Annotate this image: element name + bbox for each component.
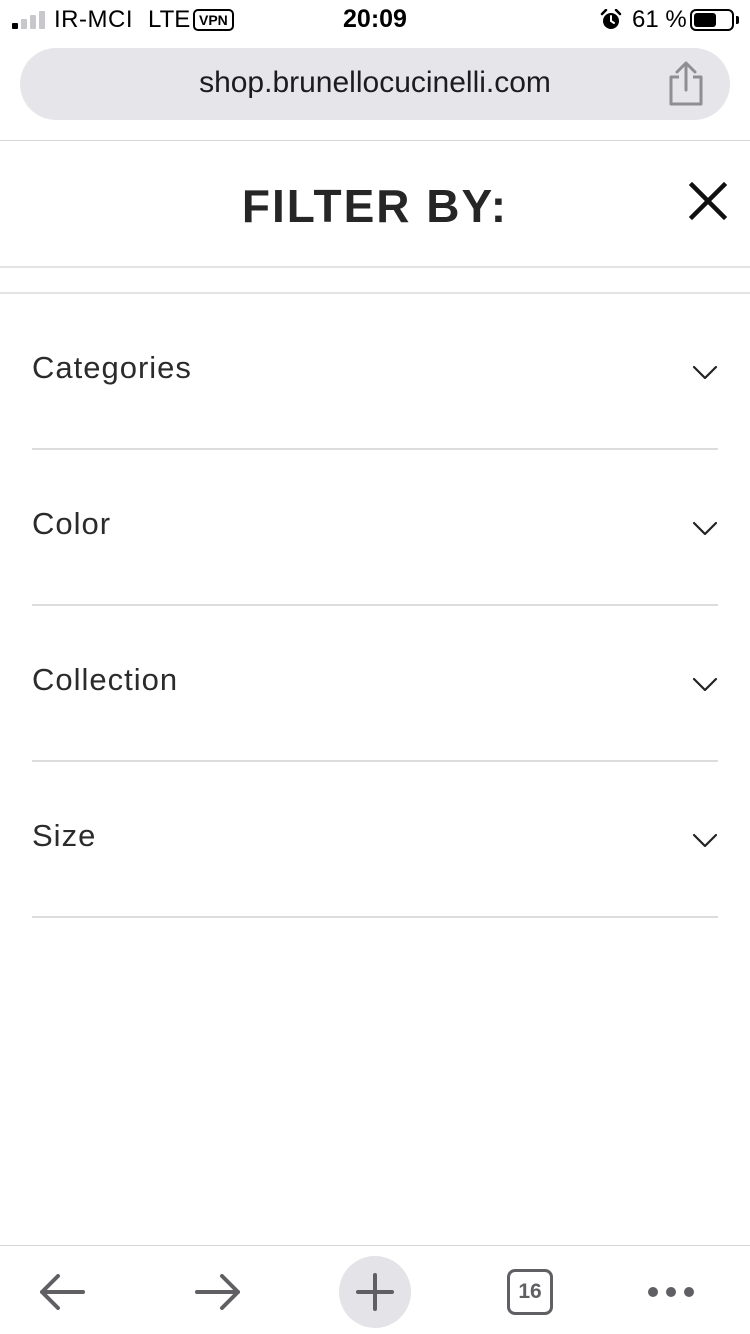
back-button[interactable] [26, 1256, 98, 1328]
filter-item-color[interactable]: Color [32, 450, 718, 606]
chevron-down-icon[interactable] [692, 364, 718, 382]
filter-item-label: Collection [32, 662, 179, 697]
plus-icon [356, 1273, 394, 1311]
battery-percent: 61 % [632, 6, 687, 33]
chevron-down-icon[interactable] [692, 676, 718, 694]
tab-count: 16 [507, 1269, 553, 1315]
more-dots-icon [648, 1287, 694, 1297]
forward-button[interactable] [182, 1256, 254, 1328]
browser-toolbar: 16 [0, 1245, 750, 1334]
url-text[interactable]: shop.brunellocucinelli.com [20, 66, 730, 100]
filter-header: FILTER BY: [0, 141, 750, 267]
close-icon[interactable] [684, 177, 732, 225]
tabs-button[interactable]: 16 [494, 1256, 566, 1328]
battery-icon [690, 9, 734, 31]
new-tab-button[interactable] [339, 1256, 411, 1328]
filter-item-label: Size [32, 818, 97, 853]
filter-item-categories[interactable]: Categories [32, 294, 718, 450]
more-button[interactable] [635, 1256, 707, 1328]
filter-item-collection[interactable]: Collection [32, 606, 718, 762]
page-title: FILTER BY: [241, 180, 509, 232]
battery-level-fill [694, 13, 716, 27]
arrow-left-icon [40, 1274, 85, 1310]
status-bar: IR-MCI LTE VPN 20:09 61 % [0, 0, 750, 42]
filter-list: Categories Color Collection Size [32, 294, 718, 918]
filter-item-size[interactable]: Size [32, 762, 718, 918]
arrow-right-icon [195, 1274, 240, 1310]
address-bar[interactable]: shop.brunellocucinelli.com [20, 48, 730, 120]
filter-item-label: Color [32, 506, 112, 541]
alarm-icon [600, 9, 622, 29]
filter-item-label: Categories [32, 350, 192, 385]
share-icon[interactable] [664, 60, 708, 108]
chevron-down-icon[interactable] [692, 832, 718, 850]
battery-tip [736, 16, 739, 24]
chevron-down-icon[interactable] [692, 520, 718, 538]
divider [0, 266, 750, 268]
